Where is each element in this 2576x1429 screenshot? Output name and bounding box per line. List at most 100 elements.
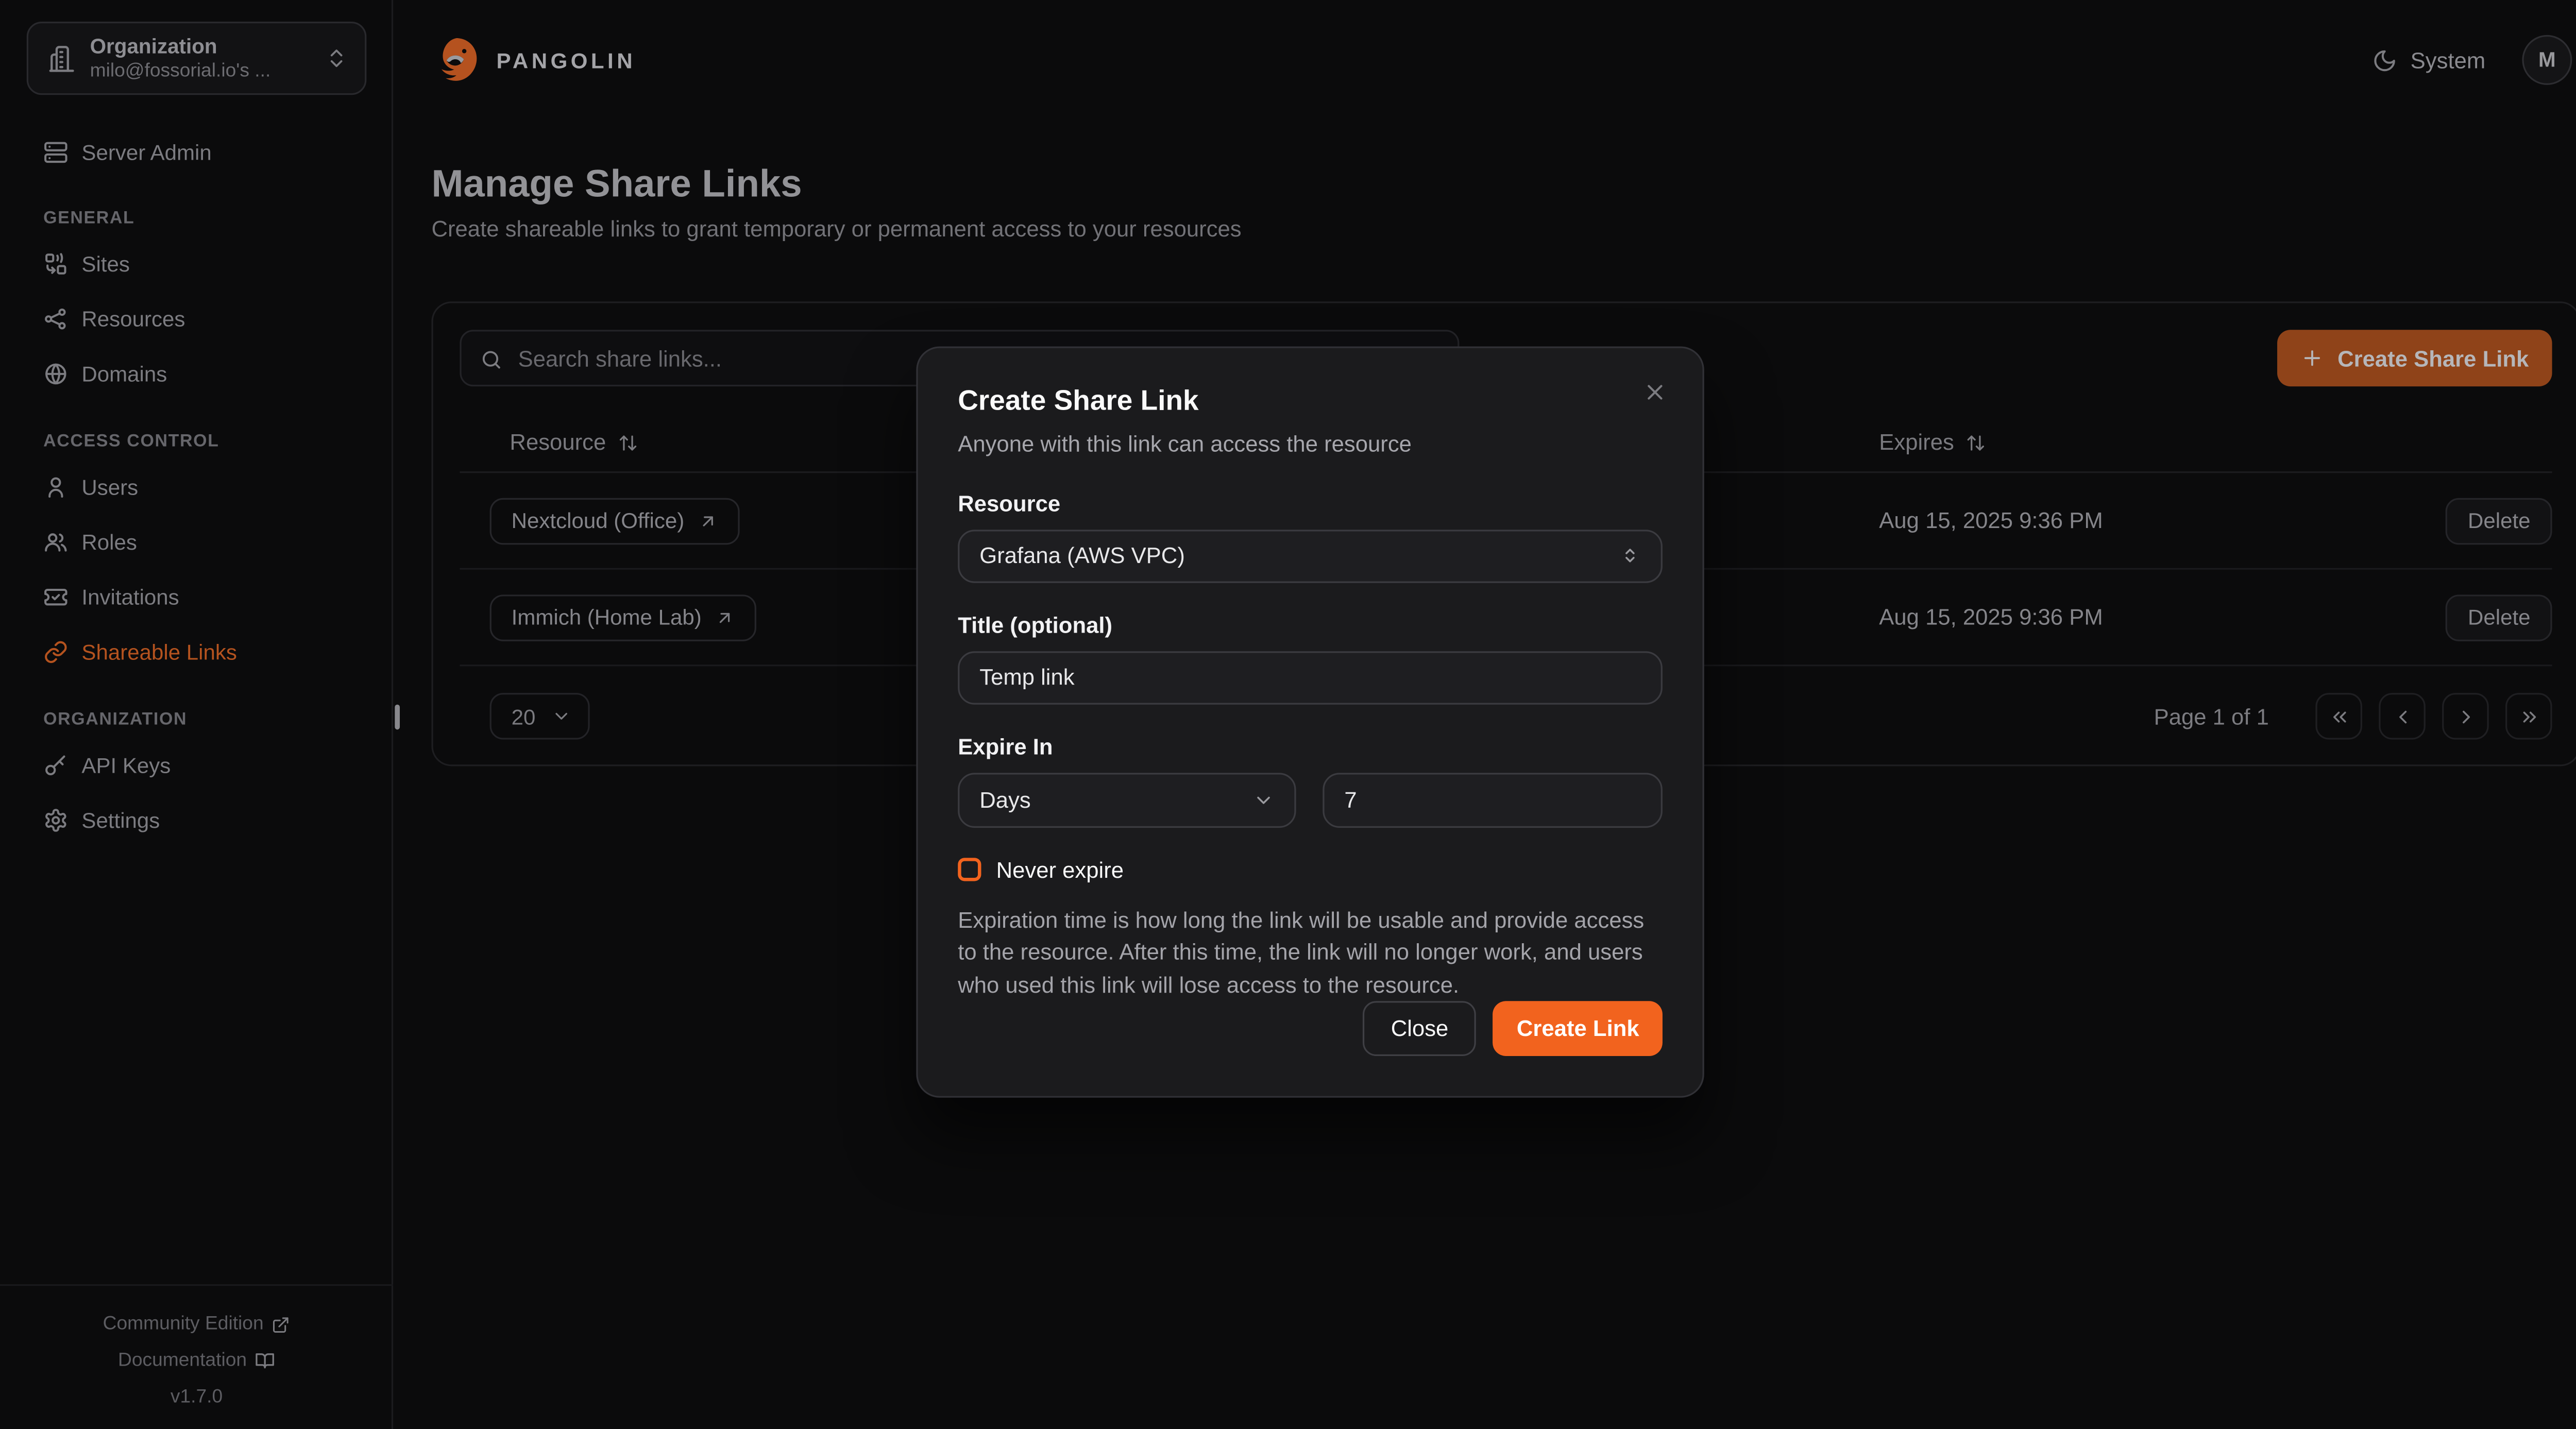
sidebar-item-label: Settings <box>81 806 160 833</box>
page-info: Page 1 of 1 <box>2154 704 2269 729</box>
column-header-expires[interactable]: Expires <box>1879 430 1986 455</box>
dialog-close-button[interactable] <box>1639 377 1671 408</box>
sidebar-item-roles[interactable]: Roles <box>0 516 392 566</box>
expires-value: Aug 15, 2025 9:36 PM <box>1879 605 2446 630</box>
delete-button[interactable]: Delete <box>2446 497 2552 544</box>
community-edition-link[interactable]: Community Edition <box>0 1306 393 1342</box>
never-expire-checkbox-row[interactable]: Never expire <box>958 857 1663 882</box>
brand-name: PANGOLIN <box>497 47 636 73</box>
theme-toggle[interactable]: System <box>2372 47 2485 73</box>
sidebar-footer: Community Edition Documentation v1.7.0 <box>0 1306 393 1416</box>
never-expire-label: Never expire <box>996 857 1124 882</box>
gear-icon <box>43 807 69 832</box>
last-page-button[interactable] <box>2505 693 2552 740</box>
sidebar-item-users[interactable]: Users <box>0 462 392 512</box>
org-switcher[interactable]: Organization milo@fossorial.io's ... <box>27 22 367 95</box>
column-label: Resource <box>510 430 606 455</box>
org-title: Organization <box>90 34 325 59</box>
resource-name: Nextcloud (Office) <box>512 508 685 533</box>
sidebar-section-general: GENERAL <box>0 205 392 232</box>
community-edition-label: Community Edition <box>103 1314 264 1334</box>
sidebar-footer-divider <box>0 1284 393 1286</box>
delete-button[interactable]: Delete <box>2446 594 2552 641</box>
arrow-up-right-icon <box>698 511 718 531</box>
page-size-value: 20 <box>512 704 536 729</box>
expire-unit-value: Days <box>979 787 1030 812</box>
sidebar-item-server-admin[interactable]: Server Admin <box>0 127 392 177</box>
sidebar-item-label: Shareable Links <box>81 638 236 665</box>
chevron-down-icon <box>552 706 572 726</box>
org-subtitle: milo@fossorial.io's ... <box>90 59 325 82</box>
topbar: PANGOLIN System M <box>431 0 2572 120</box>
create-share-link-button[interactable]: Create Share Link <box>2278 330 2552 386</box>
book-open-icon <box>255 1351 275 1371</box>
sort-icon <box>1965 432 1986 452</box>
sidebar-item-settings[interactable]: Settings <box>0 794 392 844</box>
key-icon <box>43 752 69 777</box>
avatar-initial: M <box>2538 48 2556 72</box>
sidebar-item-api-keys[interactable]: API Keys <box>0 740 392 790</box>
expiration-description: Expiration time is how long the link wil… <box>958 904 1663 1001</box>
sidebar-item-sites[interactable]: Sites <box>0 238 392 288</box>
sidebar-item-invitations[interactable]: Invitations <box>0 571 392 621</box>
app-root: Organization milo@fossorial.io's ... Ser… <box>0 0 2576 1429</box>
share-icon <box>43 305 69 331</box>
external-link-icon <box>272 1315 291 1334</box>
pangolin-logo-mark <box>431 35 481 85</box>
plus-icon <box>2301 347 2324 370</box>
version-label: v1.7.0 <box>0 1379 393 1416</box>
sidebar-item-label: Domains <box>81 360 167 386</box>
avatar[interactable]: M <box>2522 35 2572 85</box>
search-icon <box>480 348 503 371</box>
sites-icon <box>43 251 69 276</box>
expire-field-label: Expire In <box>958 734 1663 759</box>
users-icon <box>43 529 69 554</box>
title-input[interactable] <box>958 651 1663 704</box>
next-page-button[interactable] <box>2442 693 2489 740</box>
sidebar-item-resources[interactable]: Resources <box>0 293 392 343</box>
sidebar-item-label: Resources <box>81 305 185 332</box>
resource-name: Immich (Home Lab) <box>512 605 702 630</box>
sort-icon <box>618 432 638 452</box>
close-button[interactable]: Close <box>1363 1001 1477 1056</box>
expire-unit-select[interactable]: Days <box>958 772 1296 827</box>
documentation-label: Documentation <box>118 1351 247 1371</box>
prev-page-button[interactable] <box>2379 693 2426 740</box>
resource-link-button[interactable]: Nextcloud (Office) <box>490 497 739 544</box>
sidebar-item-label: API Keys <box>81 751 171 778</box>
theme-label: System <box>2411 47 2486 73</box>
user-icon <box>43 474 69 499</box>
column-label: Expires <box>1879 430 1954 455</box>
sidebar-item-label: Invitations <box>81 583 179 610</box>
resource-select[interactable]: Grafana (AWS VPC) <box>958 530 1663 583</box>
close-icon <box>1642 380 1668 405</box>
title-field-label: Title (optional) <box>958 613 1663 638</box>
resource-select-value: Grafana (AWS VPC) <box>979 543 1185 569</box>
sidebar-section-access-control: ACCESS CONTROL <box>0 428 392 455</box>
arrow-up-right-icon <box>715 607 735 627</box>
first-page-button[interactable] <box>2315 693 2362 740</box>
sidebar-item-label: Users <box>81 473 138 500</box>
page-title: Manage Share Links <box>431 162 802 207</box>
link-icon <box>43 639 69 664</box>
resource-field-label: Resource <box>958 491 1663 517</box>
sidebar-section-organization: ORGANIZATION <box>0 706 392 733</box>
page-subtitle: Create shareable links to grant temporar… <box>431 216 1241 242</box>
sidebar-item-shareable-links[interactable]: Shareable Links <box>0 626 392 676</box>
pager-next-icon <box>2454 705 2476 727</box>
pager-prev-icon <box>2392 705 2413 727</box>
create-link-button[interactable]: Create Link <box>1494 1001 1663 1056</box>
expire-value-input[interactable] <box>1323 772 1663 827</box>
never-expire-checkbox[interactable] <box>958 858 981 881</box>
sidebar-item-label: Sites <box>81 250 129 277</box>
ticket-check-icon <box>43 584 69 609</box>
page-size-select[interactable]: 20 <box>490 693 591 740</box>
server-icon <box>43 139 69 164</box>
sidebar-item-label: Server Admin <box>81 138 211 165</box>
sidebar-item-domains[interactable]: Domains <box>0 348 392 398</box>
moon-icon <box>2372 47 2397 73</box>
pager-first-icon <box>2328 705 2350 727</box>
building-icon <box>47 43 77 73</box>
resource-link-button[interactable]: Immich (Home Lab) <box>490 594 757 641</box>
documentation-link[interactable]: Documentation <box>0 1342 393 1379</box>
